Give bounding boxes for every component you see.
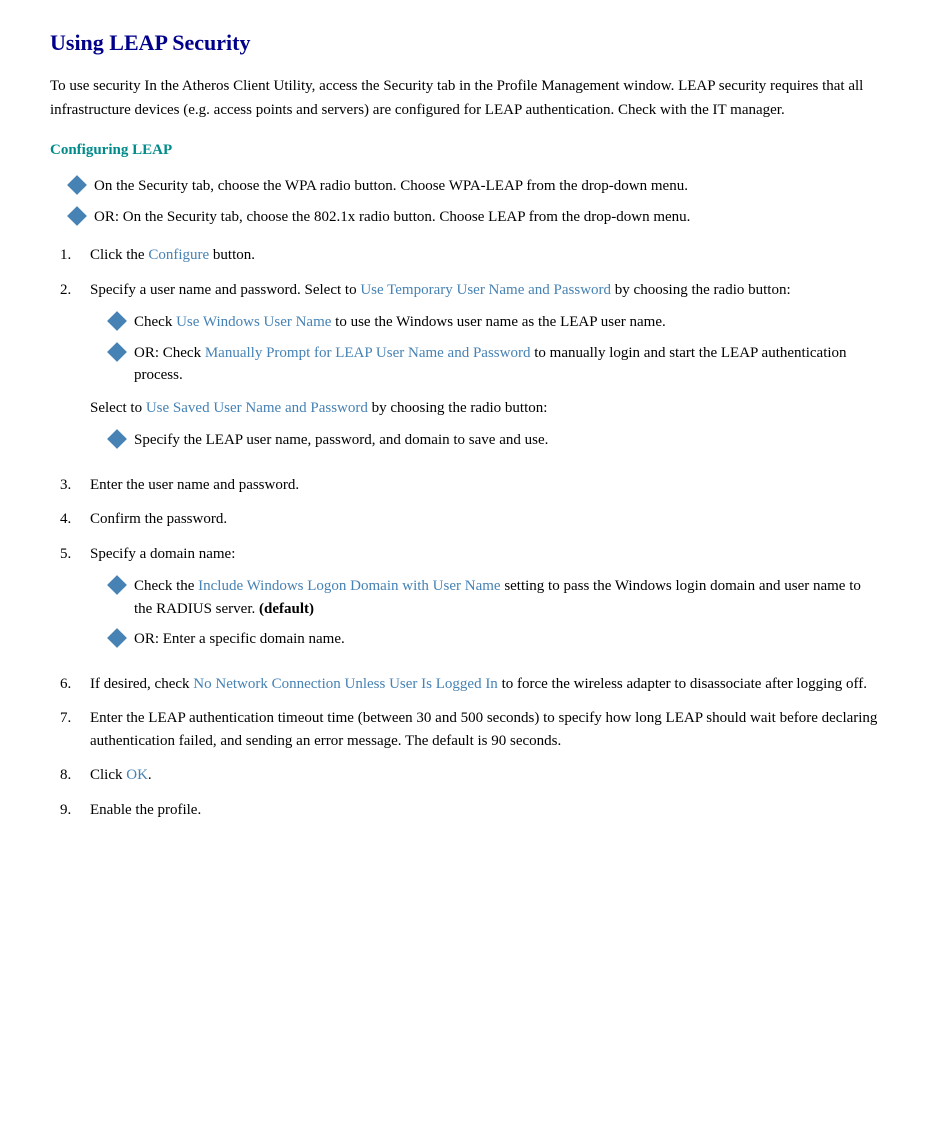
section-heading: Configuring LEAP [50,142,882,159]
nested-item-4: Check the Include Windows Logon Domain w… [90,575,882,620]
bullet-item-2: OR: On the Security tab, choose the 802.… [50,206,882,229]
step1-pre: Click the [90,247,148,263]
step-7-content: Enter the LEAP authentication timeout ti… [90,707,882,752]
step-5-content: Specify a domain name: Check the Include… [90,543,882,661]
main-ordered-list: Click the Configure button. Specify a us… [50,244,882,821]
nested-text-1: Check Use Windows User Name to use the W… [134,311,882,334]
step-1: Click the Configure button. [50,244,882,267]
step-6-content: If desired, check No Network Connection … [90,673,882,696]
top-bullet-list: On the Security tab, choose the WPA radi… [50,175,882,228]
nested-diamond-2 [107,342,127,362]
nested-diamond-4 [107,575,127,595]
step1-post: button. [209,247,255,263]
step-9-content: Enable the profile. [90,799,882,822]
nested-text-2: OR: Check Manually Prompt for LEAP User … [134,342,882,387]
nested-text-5: OR: Enter a specific domain name. [134,628,882,651]
nested-bullet-list-2: Specify the LEAP user name, password, an… [90,429,882,452]
diamond-icon-1 [67,175,87,195]
step2-pre: Specify a user name and password. Select… [90,282,360,298]
nested-diamond-3 [107,429,127,449]
nested-item-2: OR: Check Manually Prompt for LEAP User … [90,342,882,387]
page-title: Using LEAP Security [50,30,882,56]
step-6: If desired, check No Network Connection … [50,673,882,696]
intro-paragraph: To use security In the Atheros Client Ut… [50,74,882,122]
step2-link: Use Temporary User Name and Password [360,282,611,298]
step-8-content: Click OK. [90,764,882,787]
nested-text-4: Check the Include Windows Logon Domain w… [134,575,882,620]
bullet-item-1: On the Security tab, choose the WPA radi… [50,175,882,198]
step-2: Specify a user name and password. Select… [50,279,882,462]
nested-bullet-list-1: Check Use Windows User Name to use the W… [90,311,882,387]
nested-bullet-list-3: Check the Include Windows Logon Domain w… [90,575,882,651]
step-2-content: Specify a user name and password. Select… [90,279,882,462]
step-4: Confirm the password. [50,508,882,531]
bullet-text-1: On the Security tab, choose the WPA radi… [94,175,882,198]
step-3: Enter the user name and password. [50,474,882,497]
bullet-text-2: OR: On the Security tab, choose the 802.… [94,206,882,229]
step-7: Enter the LEAP authentication timeout ti… [50,707,882,752]
step2-post: by choosing the radio button: [611,282,791,298]
step-4-content: Confirm the password. [90,508,882,531]
select-line: Select to Use Saved User Name and Passwo… [90,397,882,420]
step-3-content: Enter the user name and password. [90,474,882,497]
nested-diamond-1 [107,311,127,331]
nested-item-1: Check Use Windows User Name to use the W… [90,311,882,334]
diamond-icon-2 [67,206,87,226]
nested-item-3: Specify the LEAP user name, password, an… [90,429,882,452]
step1-configure-link: Configure [148,247,209,263]
nested-diamond-5 [107,628,127,648]
step-9: Enable the profile. [50,799,882,822]
nested-item-5: OR: Enter a specific domain name. [90,628,882,651]
step-8: Click OK. [50,764,882,787]
nested-text-3: Specify the LEAP user name, password, an… [134,429,882,452]
step-5: Specify a domain name: Check the Include… [50,543,882,661]
step-1-content: Click the Configure button. [90,244,882,267]
